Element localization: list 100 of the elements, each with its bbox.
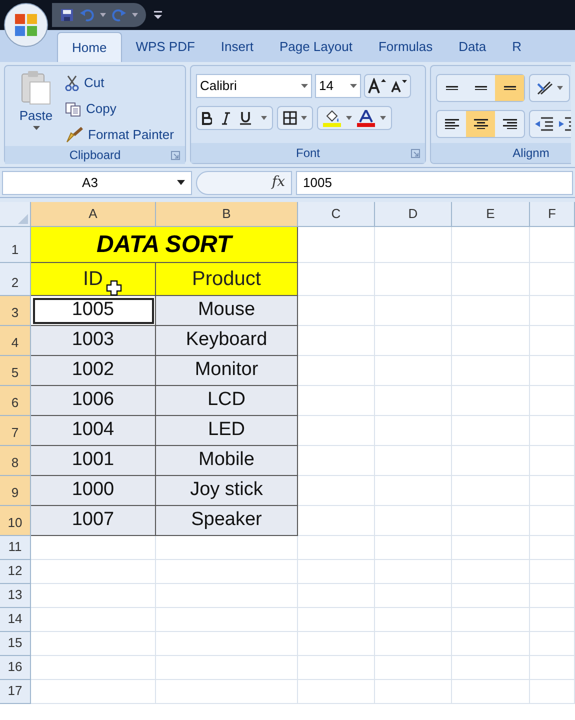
formula-field[interactable]: 1005 <box>296 170 573 194</box>
group-label: Font <box>296 145 320 162</box>
grow-font-icon[interactable] <box>368 78 386 94</box>
office-button[interactable] <box>4 3 48 47</box>
dropdown-arrow-icon[interactable] <box>100 13 106 17</box>
align-middle-icon <box>474 86 486 90</box>
column-header[interactable]: F <box>530 202 575 227</box>
row-header[interactable]: 3 <box>0 296 31 326</box>
row-header[interactable]: 5 <box>0 356 31 386</box>
ribbon-tab[interactable]: Page Layout <box>267 32 364 62</box>
row-header[interactable]: 9 <box>0 476 31 506</box>
dropdown-arrow-icon <box>301 84 308 88</box>
dropdown-arrow-icon[interactable] <box>301 116 307 120</box>
font-size-field[interactable]: 14 <box>315 74 361 98</box>
table-cell: LED <box>156 416 298 446</box>
row-header[interactable]: 6 <box>0 386 31 416</box>
empty-cell <box>530 326 575 356</box>
clipboard-icon <box>20 70 52 106</box>
name-box[interactable]: A3 <box>2 170 192 194</box>
dropdown-arrow-icon[interactable] <box>132 13 138 17</box>
group-label: Alignm <box>512 145 550 162</box>
underline-icon[interactable] <box>240 111 251 125</box>
table-cell: Product <box>156 263 298 296</box>
align-bottom-icon <box>504 86 516 90</box>
table-cell: Speaker <box>156 506 298 536</box>
row-header[interactable]: 12 <box>0 560 31 584</box>
row-header[interactable]: 2 <box>0 263 31 296</box>
italic-icon[interactable] <box>222 112 230 124</box>
fill-color-icon[interactable] <box>323 110 341 126</box>
ribbon-tab[interactable]: Insert <box>208 32 266 62</box>
alignment-button[interactable] <box>466 111 495 137</box>
row-header[interactable]: 15 <box>0 632 31 656</box>
align-top-icon <box>446 86 458 90</box>
column-header[interactable]: C <box>298 202 375 227</box>
ribbon-tab[interactable]: Data <box>446 32 498 62</box>
empty-cell <box>530 536 575 560</box>
table-cell: 1005 <box>31 296 156 326</box>
font-color-icon[interactable] <box>357 110 375 126</box>
dropdown-arrow-icon[interactable] <box>346 116 352 120</box>
bold-icon[interactable] <box>202 112 212 124</box>
empty-cell <box>530 356 575 386</box>
empty-cell <box>530 608 575 632</box>
dropdown-arrow-icon <box>177 180 185 185</box>
dropdown-arrow-icon[interactable] <box>380 116 386 120</box>
paste-label: Paste <box>19 107 53 125</box>
align-center-icon <box>474 118 488 130</box>
row-header[interactable]: 13 <box>0 584 31 608</box>
column-header[interactable]: E <box>452 202 530 227</box>
save-icon[interactable] <box>60 8 74 22</box>
ribbon-tab[interactable]: Formulas <box>366 32 445 62</box>
empty-cell <box>530 680 575 704</box>
ribbon-tab[interactable]: WPS PDF <box>124 32 207 62</box>
dropdown-arrow-icon <box>350 84 357 88</box>
row-header[interactable]: 1 <box>0 227 31 263</box>
row-header[interactable]: 14 <box>0 608 31 632</box>
column-header[interactable]: B <box>156 202 298 227</box>
empty-cell <box>530 584 575 608</box>
customize-toolbar-icon[interactable] <box>154 10 162 20</box>
table-cell: 1000 <box>31 476 156 506</box>
table-cell: Mouse <box>156 296 298 326</box>
table-cell: 1004 <box>31 416 156 446</box>
formula-value: 1005 <box>303 174 332 192</box>
table-cell: 1007 <box>31 506 156 536</box>
row-header[interactable]: 17 <box>0 680 31 704</box>
dropdown-arrow-icon[interactable] <box>261 116 267 120</box>
row-header[interactable]: 8 <box>0 446 31 476</box>
row-header[interactable]: 7 <box>0 416 31 446</box>
scissors-icon <box>65 75 79 91</box>
clipboard-button[interactable]: Format Painter <box>65 124 174 146</box>
decrease-indent-icon[interactable] <box>535 117 553 131</box>
row-header[interactable]: 11 <box>0 536 31 560</box>
row-header[interactable]: 16 <box>0 656 31 680</box>
paintbrush-icon <box>65 127 83 143</box>
row-header[interactable]: 10 <box>0 506 31 536</box>
paste-button[interactable]: Paste <box>13 70 59 146</box>
alignment-button[interactable] <box>495 75 524 101</box>
copy-icon <box>65 102 81 116</box>
column-header[interactable]: A <box>31 202 156 227</box>
table-cell: LCD <box>156 386 298 416</box>
insert-function-button[interactable]: fx <box>196 170 292 194</box>
ribbon-tab[interactable]: R <box>500 32 534 62</box>
column-header[interactable]: D <box>375 202 452 227</box>
empty-cell <box>530 560 575 584</box>
empty-cell <box>530 296 575 326</box>
empty-cell <box>530 632 575 656</box>
empty-cell <box>530 227 575 263</box>
borders-icon[interactable] <box>283 111 297 125</box>
table-cell: Mobile <box>156 446 298 476</box>
orientation-icon[interactable] <box>536 80 554 96</box>
empty-cell <box>530 386 575 416</box>
cursor-icon <box>106 280 122 296</box>
ribbon-tab[interactable]: Home <box>57 32 122 62</box>
row-header[interactable]: 4 <box>0 326 31 356</box>
shrink-font-icon[interactable] <box>391 79 407 93</box>
empty-cell <box>530 506 575 536</box>
clipboard-button[interactable]: Cut <box>65 72 174 94</box>
font-name-field[interactable]: Calibri <box>196 74 312 98</box>
group-label: Clipboard <box>69 147 121 164</box>
clipboard-button[interactable]: Copy <box>65 98 174 120</box>
dropdown-arrow-icon[interactable] <box>557 86 563 90</box>
